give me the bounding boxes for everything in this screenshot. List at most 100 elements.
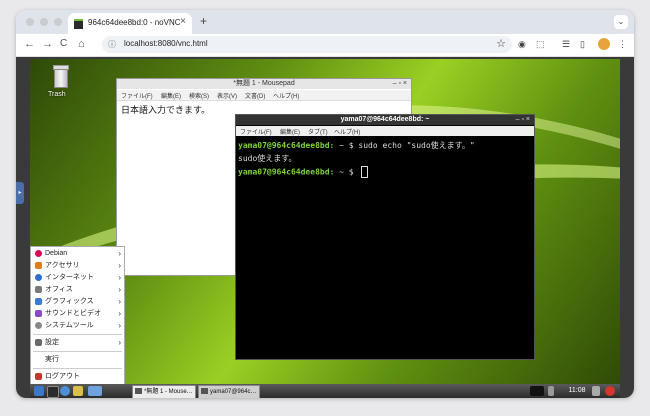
network-icon[interactable]	[548, 386, 554, 396]
menu-item-system-tools[interactable]: システムツール ›	[31, 320, 124, 332]
cpu-monitor-icon	[530, 386, 544, 396]
browser-window: 964c64dee8bd:0 - noVNC × + ⌄ ← → C ⌂ ⓘ l…	[16, 10, 634, 398]
extension-icon-1[interactable]: ◉	[518, 39, 526, 50]
terminal-cursor	[361, 166, 369, 178]
menu-item-sound-video[interactable]: サウンドとビデオ ›	[31, 308, 124, 320]
menu-item-graphics[interactable]: グラフィックス ›	[31, 296, 124, 308]
term-menu-tab[interactable]: タブ(T)	[308, 127, 328, 136]
menu-item-logout[interactable]: ログアウト	[31, 371, 124, 383]
bookmark-star-icon[interactable]: ☆	[496, 37, 506, 50]
menu-item-label: サウンドとビデオ	[45, 310, 101, 317]
terminal-command: sudo echo "sudo使えます。"	[358, 141, 475, 150]
taskbar-window-label: *無題 1 - Mouse…	[144, 389, 193, 395]
debian-swirl-icon	[35, 250, 42, 257]
menu-item-label: 設定	[45, 339, 59, 346]
terminal-input-line[interactable]: yama07@964c64dee8bd: ~ $	[238, 166, 369, 178]
window-maximize-dot[interactable]	[54, 18, 62, 26]
site-info-icon[interactable]: ⓘ	[108, 39, 116, 50]
power-icon[interactable]	[605, 386, 615, 396]
terminal-prompt-tail: ~ $	[334, 167, 359, 177]
terminal-launcher-icon[interactable]	[47, 386, 59, 398]
novnc-control-bar-handle[interactable]: ▸	[16, 182, 24, 204]
menu-separator	[33, 334, 122, 335]
terminal-prompt: yama07@964c64dee8bd:	[238, 141, 335, 150]
menu-edit[interactable]: 編集(E)	[161, 91, 181, 100]
menu-item-run[interactable]: 実行	[31, 354, 124, 366]
menu-item-settings[interactable]: 設定 ›	[31, 337, 124, 349]
taskbar-window-terminal[interactable]: yama07@964c…	[198, 385, 260, 398]
mousepad-titlebar[interactable]: *無題 1 - Mousepad	[117, 79, 411, 89]
file-manager-icon[interactable]	[73, 386, 83, 396]
term-menu-help[interactable]: ヘルプ(H)	[334, 127, 360, 136]
address-bar[interactable]: ⓘ localhost:8080/vnc.html ☆	[102, 36, 512, 53]
mousepad-window-controls[interactable]: – ▫ ×	[393, 79, 407, 89]
tab-bar: 964c64dee8bd:0 - noVNC × + ⌄	[16, 10, 634, 34]
menu-item-label: グラフィックス	[45, 298, 94, 305]
tab-close-icon[interactable]: ×	[180, 16, 186, 27]
menu-item-internet[interactable]: インターネット ›	[31, 272, 124, 284]
profile-avatar[interactable]	[598, 38, 610, 50]
trash-label[interactable]: Trash	[48, 91, 66, 98]
term-menu-edit[interactable]: 編集(E)	[280, 127, 300, 136]
logout-icon	[35, 373, 42, 380]
menu-item-label: インターネット	[45, 274, 94, 281]
chevron-right-icon: ›	[118, 297, 121, 306]
browser-launcher-icon[interactable]	[60, 386, 70, 396]
settings-icon	[35, 339, 42, 346]
terminal-window-controls[interactable]: – ▫ ×	[516, 115, 530, 125]
novnc-favicon-icon	[74, 19, 83, 29]
tab-title: 964c64dee8bd:0 - noVNC	[88, 18, 181, 27]
reload-button[interactable]: C	[60, 38, 67, 49]
start-menu: Debian › アクセサリ › インターネット › オフィス › グラフィックス › サ…	[30, 246, 125, 386]
menu-separator	[33, 351, 122, 352]
menu-view[interactable]: 表示(V)	[217, 91, 237, 100]
browser-menu-icon[interactable]: ⋮	[618, 39, 627, 50]
menu-search[interactable]: 検索(S)	[189, 91, 209, 100]
workspace-switcher[interactable]	[88, 386, 102, 396]
terminal-titlebar[interactable]: yama07@964c64dee8bd: ~	[236, 115, 534, 125]
browser-toolbar: ← → C ⌂ ⓘ localhost:8080/vnc.html ☆ ◉ ⬚ …	[16, 34, 634, 57]
terminal-menubar: ファイル(F) 編集(E) タブ(T) ヘルプ(H)	[236, 126, 534, 136]
taskbar-window-mousepad[interactable]: *無題 1 - Mouse…	[132, 385, 196, 398]
menu-item-debian[interactable]: Debian ›	[31, 248, 124, 260]
terminal-icon	[201, 388, 208, 395]
reading-list-icon[interactable]: ☰	[562, 39, 570, 50]
menu-item-label: ログアウト	[45, 373, 80, 380]
url-text[interactable]: localhost:8080/vnc.html	[124, 39, 208, 48]
chevron-right-icon: ›	[118, 285, 121, 294]
trash-icon[interactable]	[50, 65, 70, 89]
chevron-right-icon: ›	[118, 249, 121, 258]
menu-help[interactable]: ヘルプ(H)	[273, 91, 299, 100]
new-tab-button[interactable]: +	[200, 14, 207, 28]
menu-item-office[interactable]: オフィス ›	[31, 284, 124, 296]
forward-button[interactable]: →	[42, 38, 53, 50]
menu-file[interactable]: ファイル(F)	[121, 91, 153, 100]
terminal-prompt-tail: ~ $	[334, 141, 359, 150]
extensions-puzzle-icon[interactable]: ⬚	[536, 39, 545, 50]
accessories-icon	[35, 262, 42, 269]
term-menu-file[interactable]: ファイル(F)	[240, 127, 272, 136]
menu-item-label: 実行	[45, 356, 59, 363]
menu-item-accessories[interactable]: アクセサリ ›	[31, 260, 124, 272]
start-menu-icon[interactable]	[34, 386, 44, 396]
home-button[interactable]: ⌂	[78, 38, 85, 50]
graphics-icon	[35, 298, 42, 305]
trash-can	[54, 69, 68, 88]
tab-novnc[interactable]: 964c64dee8bd:0 - noVNC ×	[68, 13, 192, 34]
side-panel-icon[interactable]: ▯	[580, 39, 585, 50]
clock[interactable]: 11:08	[566, 385, 588, 396]
window-close-dot[interactable]	[26, 18, 34, 26]
tab-search-button[interactable]: ⌄	[614, 15, 628, 29]
taskbar-window-label: yama07@964c…	[210, 389, 257, 395]
mousepad-menubar: ファイル(F) 編集(E) 検索(S) 表示(V) 文書(D) ヘルプ(H)	[117, 90, 411, 101]
back-button[interactable]: ←	[24, 38, 35, 50]
menu-document[interactable]: 文書(D)	[245, 91, 265, 100]
terminal-prompt: yama07@964c64dee8bd:	[238, 167, 335, 177]
window-minimize-dot[interactable]	[40, 18, 48, 26]
remote-desktop[interactable]: Trash *無題 1 - Mousepad – ▫ × ファイル(F) 編集(…	[30, 59, 620, 398]
mousepad-text-area[interactable]: 日本語入力できます。	[121, 103, 210, 116]
menu-item-label: システムツール	[45, 322, 94, 329]
chevron-right-icon: ›	[118, 273, 121, 282]
volume-icon[interactable]	[592, 386, 600, 396]
novnc-viewport: ▸ Trash *無題 1 - Mousepad – ▫ × ファイル(F) 編…	[16, 57, 634, 398]
